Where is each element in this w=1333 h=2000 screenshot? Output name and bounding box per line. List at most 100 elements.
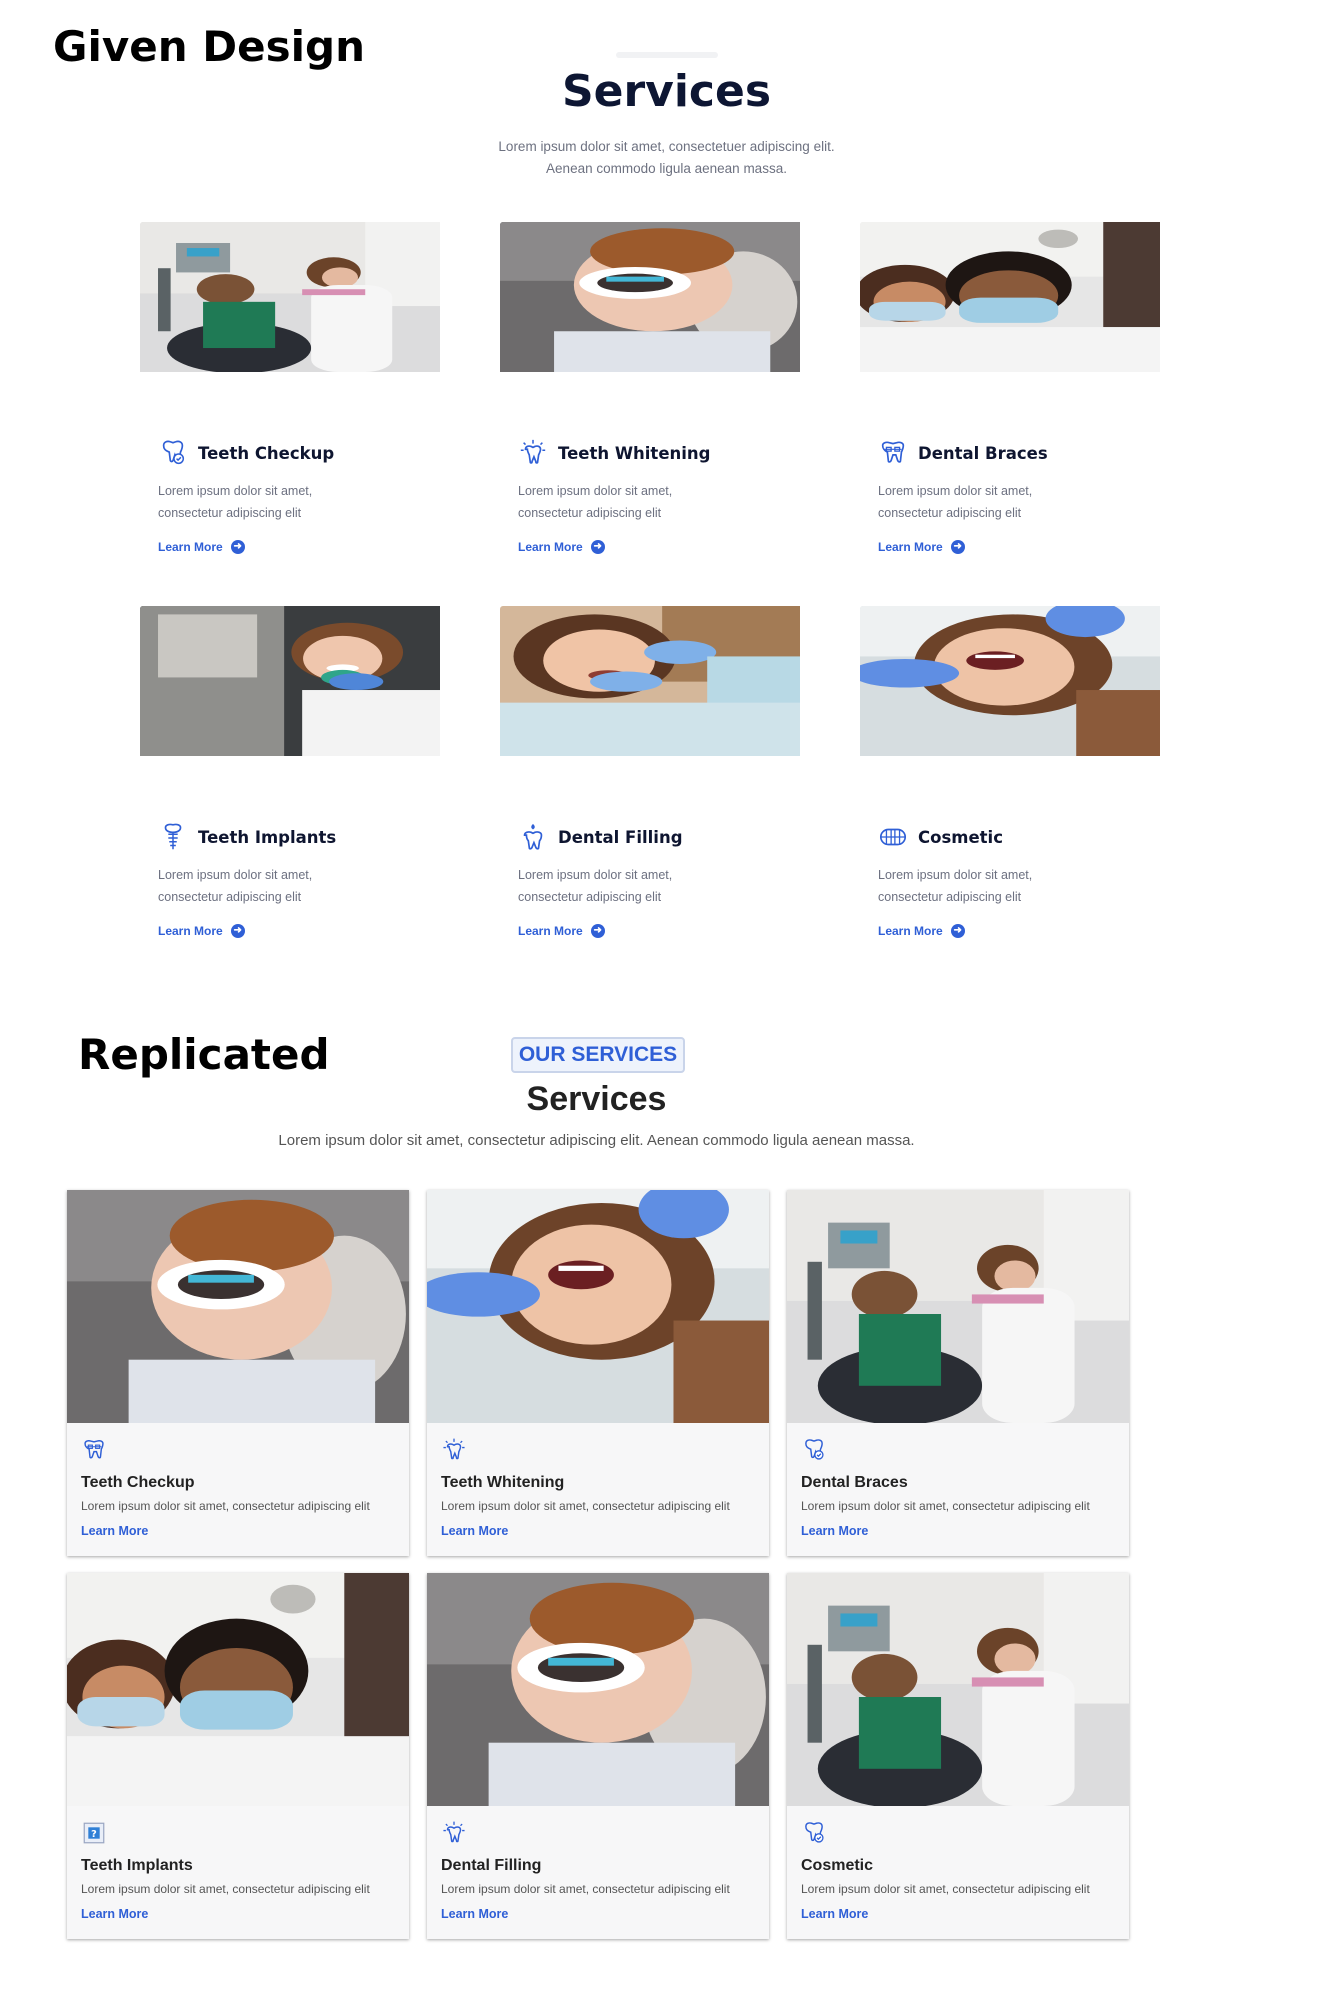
card-description: Lorem ipsum dolor sit amet, consectetur …	[801, 1499, 1090, 1513]
learn-more-link[interactable]: Learn More	[81, 1907, 395, 1921]
replicated-card-cosmetic[interactable]: Cosmetic Lorem ipsum dolor sit amet, con…	[787, 1573, 1129, 1939]
dentist-checkup-photo	[787, 1573, 1129, 1806]
card-info-panel: Dental Filling Lorem ipsum dolor sit ame…	[500, 804, 733, 963]
arrow-right-icon: ➜	[950, 540, 965, 554]
learn-more-link[interactable]: Learn More	[441, 1907, 755, 1921]
subtitle-line-1: Lorem ipsum dolor sit amet, consectetuer…	[498, 139, 835, 154]
learn-more-link[interactable]: Learn More	[81, 1524, 395, 1538]
card-info-panel: Teeth Implants Lorem ipsum dolor sit ame…	[140, 804, 373, 963]
service-card-teeth-checkup[interactable]: Teeth Checkup Lorem ipsum dolor sit amet…	[140, 222, 473, 579]
learn-more-link[interactable]: Learn More ➜	[158, 540, 355, 554]
braces-icon	[878, 438, 908, 468]
tooth-sparkle-icon	[518, 438, 548, 468]
card-title: Dental Filling	[558, 827, 683, 847]
patient-retractor-photo	[67, 1190, 409, 1423]
learn-more-link[interactable]: Learn More	[441, 1524, 755, 1538]
two-dentists-masks-photo	[67, 1573, 409, 1806]
card-info-panel: Teeth Checkup Lorem ipsum dolor sit amet…	[67, 1423, 409, 1556]
page-subtitle: Lorem ipsum dolor sit amet, consectetuer…	[0, 136, 1333, 180]
replicated-subtitle: Lorem ipsum dolor sit amet, consectetur …	[278, 1132, 915, 1149]
replicated-title: Services	[526, 1080, 667, 1118]
woman-treatment-photo	[500, 606, 800, 756]
card-info-panel: Dental Braces Lorem ipsum dolor sit amet…	[787, 1423, 1129, 1556]
card-info-panel: Teeth Whitening Lorem ipsum dolor sit am…	[427, 1423, 769, 1556]
filling-icon	[518, 822, 548, 852]
card-info-panel: Teeth Checkup Lorem ipsum dolor sit amet…	[140, 420, 373, 579]
card-title: Teeth Implants	[81, 1857, 193, 1874]
card-description: Lorem ipsum dolor sit amet, consectetur …	[81, 1499, 370, 1513]
learn-more-label: Learn More	[878, 924, 943, 938]
service-card-dental-filling[interactable]: Dental Filling Lorem ipsum dolor sit ame…	[500, 606, 833, 963]
replicated-card-teeth-whitening[interactable]: Teeth Whitening Lorem ipsum dolor sit am…	[427, 1190, 769, 1556]
replicated-card-teeth-checkup[interactable]: Teeth Checkup Lorem ipsum dolor sit amet…	[67, 1190, 409, 1556]
smiling-woman-photo	[140, 606, 440, 756]
card-description: Lorem ipsum dolor sit amet, consectetur …	[441, 1882, 730, 1896]
implant-icon	[158, 822, 188, 852]
section-badge: OUR SERVICES	[511, 1037, 685, 1073]
two-dentists-masks-photo	[860, 222, 1160, 372]
braces-icon	[81, 1437, 107, 1463]
card-description: Lorem ipsum dolor sit amet, consectetur …	[81, 1882, 370, 1896]
learn-more-link[interactable]: Learn More ➜	[878, 540, 1075, 554]
learn-more-link[interactable]: Learn More ➜	[518, 924, 715, 938]
learn-more-label: Learn More	[518, 924, 583, 938]
card-description: Lorem ipsum dolor sit amet, consectetur …	[158, 868, 313, 904]
card-description: Lorem ipsum dolor sit amet, consectetur …	[441, 1499, 730, 1513]
service-card-dental-braces[interactable]: Dental Braces Lorem ipsum dolor sit amet…	[860, 222, 1193, 579]
given-design-label: Given Design	[53, 22, 365, 71]
learn-more-label: Learn More	[158, 540, 223, 554]
card-title: Teeth Checkup	[198, 443, 335, 463]
card-title: Teeth Implants	[198, 827, 337, 847]
learn-more-label: Learn More	[518, 540, 583, 554]
card-title: Dental Braces	[801, 1474, 908, 1491]
service-card-cosmetic[interactable]: Cosmetic Lorem ipsum dolor sit amet, con…	[860, 606, 1193, 963]
learn-more-link[interactable]: Learn More ➜	[158, 924, 355, 938]
service-card-teeth-whitening[interactable]: Teeth Whitening Lorem ipsum dolor sit am…	[500, 222, 833, 579]
card-description: Lorem ipsum dolor sit amet, consectetur …	[878, 484, 1033, 520]
woman-open-mouth-photo	[427, 1190, 769, 1423]
card-title: Teeth Checkup	[81, 1474, 195, 1491]
arrow-right-icon: ➜	[590, 540, 605, 554]
dentist-checkup-photo	[787, 1190, 1129, 1423]
card-info-panel: Dental Filling Lorem ipsum dolor sit ame…	[427, 1806, 769, 1939]
woman-open-mouth-photo	[860, 606, 1160, 756]
learn-more-link[interactable]: Learn More	[801, 1907, 1115, 1921]
learn-more-link[interactable]: Learn More	[801, 1524, 1115, 1538]
learn-more-label: Learn More	[878, 540, 943, 554]
arrow-right-icon: ➜	[230, 540, 245, 554]
card-title: Cosmetic	[918, 827, 1003, 847]
card-title: Dental Filling	[441, 1857, 542, 1874]
page-title: Services	[561, 66, 772, 117]
tooth-check-icon	[158, 438, 188, 468]
replicated-card-teeth-implants[interactable]: Teeth Implants Lorem ipsum dolor sit ame…	[67, 1573, 409, 1939]
learn-more-link[interactable]: Learn More ➜	[518, 540, 715, 554]
card-info-panel: Teeth Implants Lorem ipsum dolor sit ame…	[67, 1806, 409, 1939]
card-description: Lorem ipsum dolor sit amet, consectetur …	[878, 868, 1033, 904]
header-divider	[616, 52, 718, 58]
card-title: Teeth Whitening	[441, 1474, 565, 1491]
learn-more-link[interactable]: Learn More ➜	[878, 924, 1075, 938]
learn-more-label: Learn More	[158, 924, 223, 938]
card-title: Dental Braces	[918, 443, 1048, 463]
card-info-panel: Cosmetic Lorem ipsum dolor sit amet, con…	[787, 1806, 1129, 1939]
card-description: Lorem ipsum dolor sit amet, consectetur …	[518, 868, 673, 904]
replicated-label: Replicated	[78, 1030, 330, 1079]
subtitle-line-2: Aenean commodo ligula aenean massa.	[546, 161, 787, 176]
tooth-check-icon	[801, 1437, 827, 1463]
replicated-card-dental-braces[interactable]: Dental Braces Lorem ipsum dolor sit amet…	[787, 1190, 1129, 1556]
card-info-panel: Teeth Whitening Lorem ipsum dolor sit am…	[500, 420, 733, 579]
teeth-row-icon	[878, 822, 908, 852]
card-info-panel: Cosmetic Lorem ipsum dolor sit amet, con…	[860, 804, 1093, 963]
broken-image-icon	[81, 1820, 107, 1846]
service-card-teeth-implants[interactable]: Teeth Implants Lorem ipsum dolor sit ame…	[140, 606, 473, 963]
tooth-sparkle-icon	[441, 1437, 467, 1463]
patient-retractor-photo	[427, 1573, 769, 1806]
arrow-right-icon: ➜	[590, 924, 605, 938]
card-title: Teeth Whitening	[558, 443, 711, 463]
card-title: Cosmetic	[801, 1857, 874, 1874]
patient-retractor-photo	[500, 222, 800, 372]
tooth-check-icon	[801, 1820, 827, 1846]
replicated-card-dental-filling[interactable]: Dental Filling Lorem ipsum dolor sit ame…	[427, 1573, 769, 1939]
arrow-right-icon: ➜	[230, 924, 245, 938]
card-description: Lorem ipsum dolor sit amet, consectetur …	[518, 484, 673, 520]
